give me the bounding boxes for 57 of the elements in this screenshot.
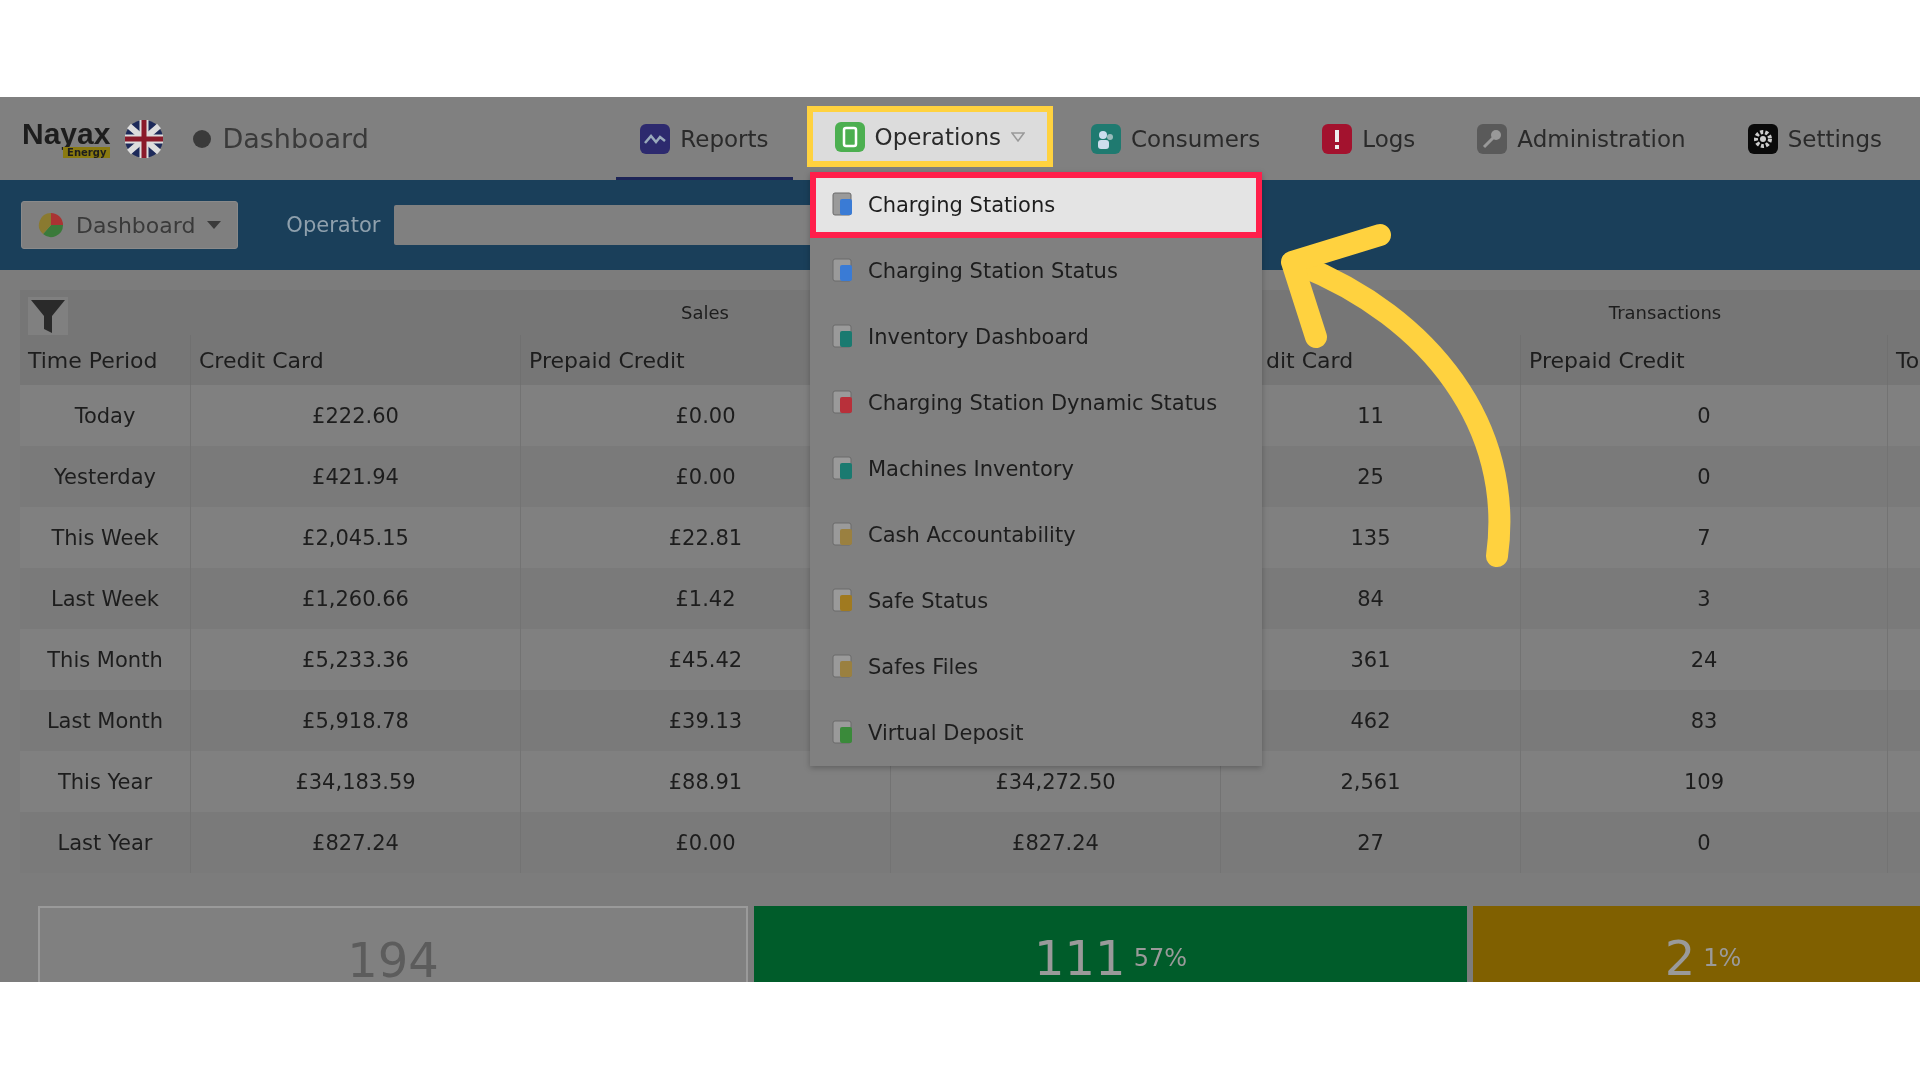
column-header: Prepaid Credit	[1520, 335, 1887, 385]
table-cell: £421.94	[190, 446, 520, 507]
table-cell-text: This Year	[56, 768, 154, 796]
users-icon	[1091, 123, 1121, 154]
table-cell: 0	[1520, 385, 1887, 446]
table-cell-text: Last Year	[56, 829, 154, 857]
alert-icon	[1322, 123, 1353, 154]
page-title: Dashboard	[222, 123, 369, 154]
nav-tab[interactable]: Administration	[1453, 97, 1710, 180]
table-cell: 83	[1520, 690, 1887, 751]
summary-value: 2	[1664, 934, 1696, 982]
key-icon	[1477, 123, 1508, 154]
summary-percent: 57%	[1133, 944, 1187, 972]
caret-icon	[1011, 131, 1025, 142]
table-cell: £5,918.78	[190, 690, 520, 751]
table-cell-text: Yesterday	[53, 463, 157, 491]
caret-icon	[207, 221, 222, 229]
table-cell: £222.60	[190, 385, 520, 446]
table-cell: £1,260.66	[190, 568, 520, 629]
table-cell: 0	[1520, 812, 1887, 873]
settings-icon	[1747, 123, 1778, 154]
pie-chart-icon	[38, 212, 64, 238]
flag-icon	[124, 118, 165, 159]
table-cell: £5,233.36	[190, 629, 520, 690]
table-cell: 109	[1520, 751, 1887, 812]
table-cell-text: Last Month	[45, 707, 165, 735]
table-cell: £827.24	[190, 812, 520, 873]
table-cell: £0.00	[520, 812, 890, 873]
table-cell: £2,045.15	[190, 507, 520, 568]
table-cell: £827.24	[890, 812, 1220, 873]
chart-icon	[640, 123, 671, 154]
table-cell: 3	[1520, 568, 1887, 629]
menu-item[interactable]: Charging Stations	[810, 172, 1262, 238]
logo-badge: Energy	[63, 147, 111, 158]
table-cell: 27	[1220, 812, 1520, 873]
table-cell-text: Last Week	[50, 585, 160, 613]
column-header: Credit Card	[190, 335, 520, 385]
table-cell: £34,183.59	[190, 751, 520, 812]
phone-icon	[834, 121, 865, 152]
column-header: To	[1887, 335, 1920, 385]
nav-tab[interactable]: Logs	[1298, 97, 1440, 180]
status-dot-icon	[192, 128, 213, 149]
operator-label: Operator	[286, 213, 381, 237]
table-cell: 0	[1520, 446, 1887, 507]
filter-icon[interactable]	[28, 297, 68, 335]
table-cell: 24	[1520, 629, 1887, 690]
nav-tab[interactable]: Settings	[1723, 97, 1906, 180]
table-cell-text: Today	[73, 402, 137, 430]
nav-tab[interactable]: Operations	[806, 106, 1053, 167]
summary-percent: 1%	[1703, 944, 1742, 972]
table-cell-text: This Month	[46, 646, 164, 674]
table-cell-text: This Week	[50, 524, 160, 552]
table-cell: 7	[1520, 507, 1887, 568]
column-header: Time Period	[20, 335, 190, 385]
summary-value: 111	[1034, 934, 1126, 982]
logo: Nayax	[22, 119, 111, 149]
view-dropdown-button[interactable]: Dashboard	[21, 201, 239, 249]
